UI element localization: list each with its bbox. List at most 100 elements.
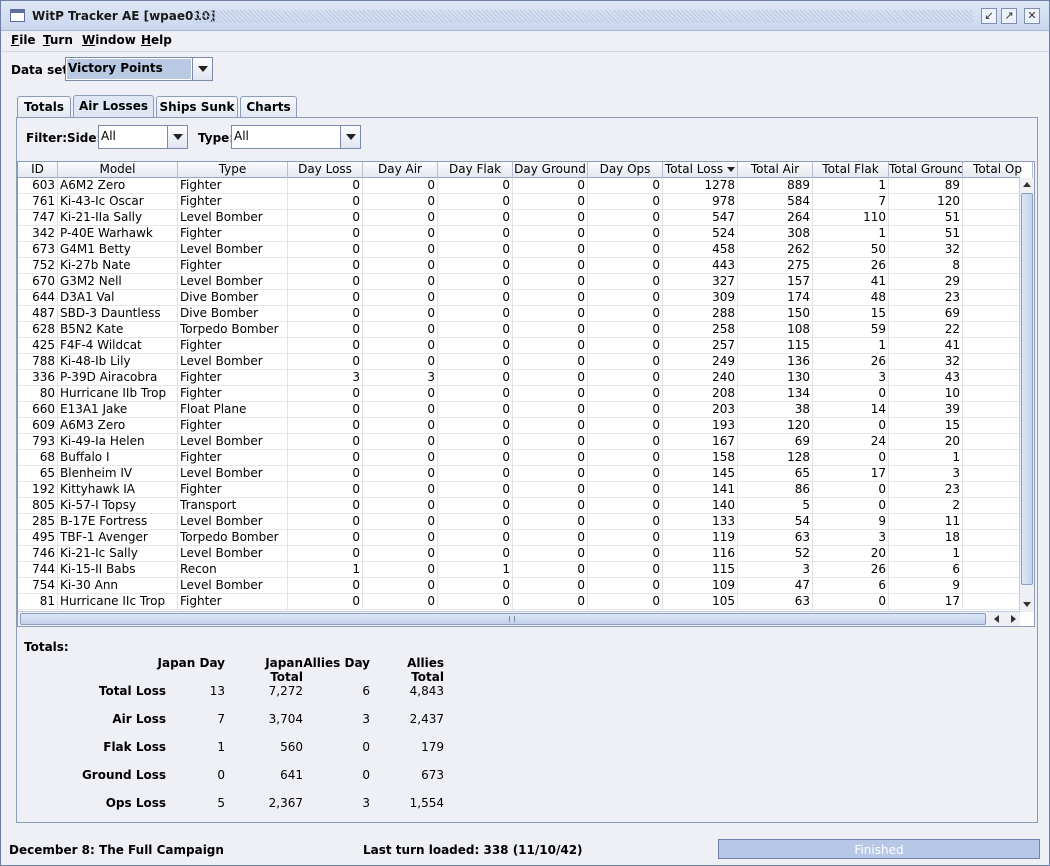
table-row[interactable]: 793 Ki-49-Ia Helen Level Bomber 0 0 0 0 0 167 69 2… xyxy=(18,434,1020,450)
chevron-down-icon[interactable] xyxy=(167,126,187,148)
table-cell: 0 xyxy=(813,386,889,402)
tab-charts[interactable]: Charts xyxy=(240,96,297,118)
table-body[interactable]: 603A6M2 ZeroFighter0000012788891892761Ki… xyxy=(18,178,1020,612)
title-bar[interactable]: WitP Tracker AE [wpae010] ↙ ↗ ✕ xyxy=(1,1,1049,31)
column-header[interactable]: Day Flak xyxy=(438,162,513,178)
table-cell: 59 xyxy=(813,322,889,338)
table-cell: 342 xyxy=(18,226,58,242)
menu-turn[interactable]: Turn xyxy=(43,33,73,47)
scroll-left-icon[interactable] xyxy=(990,612,1005,626)
table-cell: 0 xyxy=(588,482,663,498)
table-row[interactable]: 81 Hurricane IIc Trop Fighter 0 0 0 0 0 105 63 0 17 xyxy=(18,594,1020,610)
table-row[interactable]: 660E13A1 JakeFloat Plane000002033814391 xyxy=(18,402,1020,418)
table-row[interactable]: 487 SBD-3 Dauntless Dive Bomber 0 0 0 0 0 288 150… xyxy=(18,306,1020,322)
table-cell: Float Plane xyxy=(178,402,288,418)
table-cell: 547 xyxy=(663,210,738,226)
table-cell: 746 xyxy=(18,546,58,562)
column-header[interactable]: Total Loss xyxy=(663,162,738,178)
dataset-select[interactable]: Victory Points xyxy=(65,57,213,81)
table-cell: 0 xyxy=(363,530,438,546)
table-row[interactable]: 628 B5N2 Kate Torpedo Bomber 0 0 0 0 0 258 108 59 2… xyxy=(18,322,1020,338)
table-cell: 752 xyxy=(18,258,58,274)
table-cell: 744 xyxy=(18,562,58,578)
tab-air-losses[interactable]: Air Losses xyxy=(73,95,154,119)
column-header[interactable]: ID xyxy=(18,162,58,178)
horizontal-scroll-thumb[interactable] xyxy=(20,613,986,625)
menu-help[interactable]: Help xyxy=(141,33,172,47)
column-header[interactable]: Day Ground xyxy=(513,162,588,178)
table-cell: 6 xyxy=(813,578,889,594)
table-cell: 0 xyxy=(513,562,588,578)
table-row[interactable]: 747 Ki-21-IIa Sally Level Bomber 0 0 0 0 0 547 26… xyxy=(18,210,1020,226)
menu-file[interactable]: File xyxy=(11,33,36,47)
vertical-scrollbar[interactable] xyxy=(1019,178,1034,612)
table-row[interactable]: 673 G4M1 Betty Level Bomber 0 0 0 0 0 458 262 50 32… xyxy=(18,242,1020,258)
table-row[interactable]: 603A6M2 ZeroFighter0000012788891892 xyxy=(18,178,1020,194)
column-header[interactable]: Total Ground xyxy=(889,162,963,178)
table-row[interactable]: 644 D3A1 Val Dive Bomber 0 0 0 0 0 309 174 48 23 xyxy=(18,290,1020,306)
table-row[interactable]: 495 TBF-1 Avenger Torpedo Bomber 0 0 0 0 0 119 63… xyxy=(18,530,1020,546)
table-cell: 0 xyxy=(363,178,438,194)
table-row[interactable]: 609 A6M3 Zero Fighter 0 0 0 0 0 193 120 0 15 xyxy=(18,418,1020,434)
table-cell: 54 xyxy=(738,514,813,530)
table-row[interactable]: 744 Ki-15-II Babs Recon 1 0 1 0 0 115 3 26 6 xyxy=(18,562,1020,578)
column-header[interactable]: Total Op xyxy=(963,162,1033,178)
dataset-select-value: Victory Points xyxy=(68,61,163,75)
column-header[interactable]: Total Air xyxy=(738,162,813,178)
close-icon[interactable]: ✕ xyxy=(1024,8,1040,24)
menu-window[interactable]: Window xyxy=(82,33,136,47)
table-row[interactable]: 752Ki-27b NateFighter000004432752681 xyxy=(18,258,1020,274)
table-row[interactable]: 285 B-17E Fortress Level Bomber 0 0 0 0 0 133 54 9… xyxy=(18,514,1020,530)
column-header[interactable]: Total Flak xyxy=(813,162,889,178)
chevron-down-icon[interactable] xyxy=(192,58,212,80)
horizontal-scrollbar[interactable] xyxy=(18,611,1020,626)
column-header[interactable]: Day Ops xyxy=(588,162,663,178)
table-cell: Level Bomber xyxy=(178,546,288,562)
column-header[interactable]: Model xyxy=(58,162,178,178)
table-cell: 0 xyxy=(588,354,663,370)
tab-totals[interactable]: Totals xyxy=(17,96,71,118)
table-row[interactable]: 805Ki-57-I TopsyTransport000001405021 xyxy=(18,498,1020,514)
table-cell: 1 xyxy=(813,338,889,354)
table-row[interactable]: 336 P-39D Airacobra Fighter 3 3 0 0 0 240 130 3 43 xyxy=(18,370,1020,386)
table-cell: 673 xyxy=(18,242,58,258)
minimize-icon[interactable]: ↙ xyxy=(981,8,997,24)
tab-ships-sunk[interactable]: Ships Sunk xyxy=(156,96,238,118)
table-cell: 1 xyxy=(963,242,1020,258)
table-row[interactable]: 670G3M2 NellLevel Bomber0000032715741291 xyxy=(18,274,1020,290)
table-row[interactable]: 788 Ki-48-Ib Lily Level Bomber 0 0 0 0 0 249 136 2… xyxy=(18,354,1020,370)
totals-value: 1 xyxy=(217,740,225,754)
table-cell: 0 xyxy=(438,370,513,386)
sort-descending-icon xyxy=(727,167,736,172)
table-row[interactable]: 761Ki-43-Ic OscarFighter0000097858471202 xyxy=(18,194,1020,210)
table-cell: 15 xyxy=(813,306,889,322)
table-cell xyxy=(963,386,1020,402)
column-header[interactable]: Type xyxy=(178,162,288,178)
totals-value: 0 xyxy=(217,768,225,782)
table-row[interactable]: 754 Ki-30 Ann Level Bomber 0 0 0 0 0 109 47 6 9 xyxy=(18,578,1020,594)
table-cell: 145 xyxy=(663,466,738,482)
table-cell: 458 xyxy=(663,242,738,258)
table-row[interactable]: 68 Buffalo I Fighter 0 0 0 0 0 158 128 0 1 xyxy=(18,450,1020,466)
scroll-down-icon[interactable] xyxy=(1020,598,1034,612)
column-header[interactable]: Day Air xyxy=(363,162,438,178)
table-row[interactable]: 65 Blenheim IV Level Bomber 0 0 0 0 0 145 65 17 3 xyxy=(18,466,1020,482)
vertical-scroll-thumb[interactable] xyxy=(1021,193,1033,585)
scroll-up-icon[interactable] xyxy=(1020,178,1034,192)
table-row[interactable]: 342P-40E WarhawkFighter000005243081511 xyxy=(18,226,1020,242)
table-row[interactable]: 192 Kittyhawk IA Fighter 0 0 0 0 0 141 86 0 23 xyxy=(18,482,1020,498)
table-cell xyxy=(963,434,1020,450)
chevron-down-icon[interactable] xyxy=(340,126,360,148)
table-cell: 0 xyxy=(363,466,438,482)
column-header[interactable]: Day Loss xyxy=(288,162,363,178)
table-cell: Fighter xyxy=(178,450,288,466)
table-row[interactable]: 80 Hurricane IIb Trop Fighter 0 0 0 0 0 208 134 0 1… xyxy=(18,386,1020,402)
side-filter-select[interactable]: All xyxy=(98,125,188,149)
totals-value: 13 xyxy=(209,684,225,698)
scroll-right-icon[interactable] xyxy=(1005,612,1020,626)
table-row[interactable]: 425F4F-4 WildcatFighter000002571151411 xyxy=(18,338,1020,354)
table-row[interactable]: 746 Ki-21-Ic Sally Level Bomber 0 0 0 0 0 116 52 2… xyxy=(18,546,1020,562)
type-filter-select[interactable]: All xyxy=(231,125,361,149)
table-cell: 0 xyxy=(588,450,663,466)
maximize-icon[interactable]: ↗ xyxy=(1001,8,1017,24)
